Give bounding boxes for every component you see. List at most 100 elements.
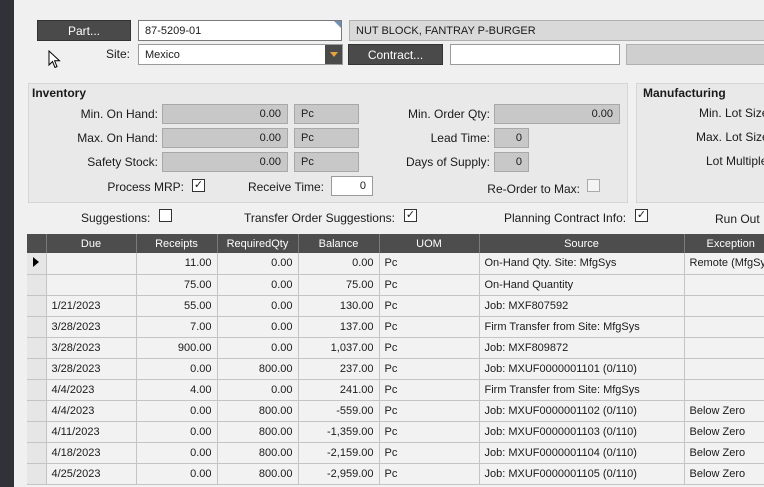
cell-receipts[interactable]: 0.00 — [136, 442, 218, 464]
table-row[interactable]: 11.00 0.00 0.00 Pc On-Hand Qty. Site: Mf… — [27, 253, 764, 275]
table-row[interactable]: 4/25/2023 0.00 800.00 -2,959.00 Pc Job: … — [27, 463, 764, 485]
column-header-due[interactable]: Due — [46, 234, 137, 253]
receive-time-input[interactable]: 0 — [331, 176, 373, 196]
cell-exception[interactable]: Remote (MfgSys — [684, 253, 764, 275]
cell-required[interactable]: 800.00 — [217, 463, 299, 485]
table-row[interactable]: 4/11/2023 0.00 800.00 -1,359.00 Pc Job: … — [27, 421, 764, 443]
cell-due[interactable]: 3/28/2023 — [46, 316, 137, 338]
cell-uom[interactable]: Pc — [379, 421, 480, 443]
cell-source[interactable]: On-Hand Quantity — [479, 274, 685, 296]
column-header-receipts[interactable]: Receipts — [136, 234, 218, 253]
row-selector[interactable] — [27, 295, 47, 317]
cell-source[interactable]: Job: MXUF0000001101 (0/110) — [479, 358, 685, 380]
cell-exception[interactable] — [684, 379, 764, 401]
cell-required[interactable]: 800.00 — [217, 442, 299, 464]
min-order-qty-field[interactable]: 0.00 — [494, 104, 620, 124]
table-row[interactable]: 3/28/2023 7.00 0.00 137.00 Pc Firm Trans… — [27, 316, 764, 338]
chevron-down-icon[interactable] — [325, 45, 342, 64]
cell-receipts[interactable]: 7.00 — [136, 316, 218, 338]
cell-exception[interactable] — [684, 337, 764, 359]
cell-due[interactable]: 4/18/2023 — [46, 442, 137, 464]
table-row[interactable]: 1/21/2023 55.00 0.00 130.00 Pc Job: MXF8… — [27, 295, 764, 317]
cell-balance[interactable]: 130.00 — [298, 295, 380, 317]
cell-receipts[interactable]: 0.00 — [136, 463, 218, 485]
process-mrp-checkbox[interactable]: ✓ — [192, 179, 205, 192]
cell-source[interactable]: Job: MXUF0000001104 (0/110) — [479, 442, 685, 464]
cell-balance[interactable]: -2,159.00 — [298, 442, 380, 464]
cell-due[interactable]: 4/4/2023 — [46, 400, 137, 422]
cell-uom[interactable]: Pc — [379, 379, 480, 401]
row-selector[interactable] — [27, 400, 47, 422]
cell-balance[interactable]: 137.00 — [298, 316, 380, 338]
row-selector[interactable] — [27, 337, 47, 359]
part-button[interactable]: Part... — [37, 20, 131, 41]
row-selector[interactable] — [27, 421, 47, 443]
column-header-exception[interactable]: Exception — [684, 234, 764, 253]
table-row[interactable]: 4/4/2023 0.00 800.00 -559.00 Pc Job: MXU… — [27, 400, 764, 422]
part-number-input[interactable]: 87-5209-01 — [138, 20, 342, 41]
cell-due[interactable]: 3/28/2023 — [46, 358, 137, 380]
cell-required[interactable]: 0.00 — [217, 253, 299, 275]
cell-receipts[interactable]: 11.00 — [136, 253, 218, 275]
safety-stock-field[interactable]: 0.00 — [162, 152, 288, 172]
cell-due[interactable] — [46, 274, 137, 296]
lead-time-field[interactable]: 0 — [494, 128, 529, 148]
cell-receipts[interactable]: 4.00 — [136, 379, 218, 401]
cell-receipts[interactable]: 0.00 — [136, 358, 218, 380]
cell-source[interactable]: Firm Transfer from Site: MfgSys — [479, 379, 685, 401]
cell-uom[interactable]: Pc — [379, 463, 480, 485]
cell-balance[interactable]: -559.00 — [298, 400, 380, 422]
suggestions-checkbox[interactable] — [159, 209, 172, 222]
cell-required[interactable]: 0.00 — [217, 337, 299, 359]
cell-uom[interactable]: Pc — [379, 316, 480, 338]
transfer-order-suggestions-checkbox[interactable]: ✓ — [404, 209, 417, 222]
row-selector[interactable] — [27, 274, 47, 296]
row-selector[interactable] — [27, 463, 47, 485]
cell-due[interactable]: 1/21/2023 — [46, 295, 137, 317]
cell-due[interactable]: 4/11/2023 — [46, 421, 137, 443]
cell-balance[interactable]: -1,359.00 — [298, 421, 380, 443]
cell-balance[interactable]: 1,037.00 — [298, 337, 380, 359]
cell-balance[interactable]: -2,959.00 — [298, 463, 380, 485]
column-header-requiredqty[interactable]: RequiredQty — [217, 234, 299, 253]
cell-required[interactable]: 0.00 — [217, 316, 299, 338]
table-row[interactable]: 4/18/2023 0.00 800.00 -2,159.00 Pc Job: … — [27, 442, 764, 464]
cell-balance[interactable]: 0.00 — [298, 253, 380, 275]
cell-uom[interactable]: Pc — [379, 337, 480, 359]
contract-input[interactable] — [450, 44, 620, 65]
cell-receipts[interactable]: 900.00 — [136, 337, 218, 359]
max-on-hand-field[interactable]: 0.00 — [162, 128, 288, 148]
cell-source[interactable]: Job: MXF807592 — [479, 295, 685, 317]
cell-receipts[interactable]: 55.00 — [136, 295, 218, 317]
cell-uom[interactable]: Pc — [379, 253, 480, 275]
cell-due[interactable]: 3/28/2023 — [46, 337, 137, 359]
row-selector[interactable] — [27, 379, 47, 401]
planning-contract-info-checkbox[interactable]: ✓ — [635, 209, 648, 222]
column-header-balance[interactable]: Balance — [298, 234, 380, 253]
table-row[interactable]: 4/4/2023 4.00 0.00 241.00 Pc Firm Transf… — [27, 379, 764, 401]
cell-due[interactable]: 4/4/2023 — [46, 379, 137, 401]
cell-balance[interactable]: 241.00 — [298, 379, 380, 401]
cell-receipts[interactable]: 75.00 — [136, 274, 218, 296]
row-selector[interactable] — [27, 442, 47, 464]
cell-due[interactable] — [46, 253, 137, 275]
cell-uom[interactable]: Pc — [379, 274, 480, 296]
row-selector[interactable] — [27, 253, 47, 275]
cell-balance[interactable]: 75.00 — [298, 274, 380, 296]
cell-due[interactable]: 4/25/2023 — [46, 463, 137, 485]
cell-source[interactable]: Firm Transfer from Site: MfgSys — [479, 316, 685, 338]
row-selector[interactable] — [27, 316, 47, 338]
days-of-supply-field[interactable]: 0 — [494, 152, 529, 172]
cell-receipts[interactable]: 0.00 — [136, 421, 218, 443]
table-row[interactable]: 3/28/2023 0.00 800.00 237.00 Pc Job: MXU… — [27, 358, 764, 380]
cell-exception[interactable] — [684, 274, 764, 296]
cell-exception[interactable] — [684, 295, 764, 317]
cell-exception[interactable] — [684, 358, 764, 380]
cell-exception[interactable] — [684, 316, 764, 338]
cell-required[interactable]: 0.00 — [217, 295, 299, 317]
cell-exception[interactable]: Below Zero — [684, 400, 764, 422]
cell-source[interactable]: Job: MXUF0000001103 (0/110) — [479, 421, 685, 443]
cell-required[interactable]: 800.00 — [217, 358, 299, 380]
cell-uom[interactable]: Pc — [379, 358, 480, 380]
cell-uom[interactable]: Pc — [379, 295, 480, 317]
